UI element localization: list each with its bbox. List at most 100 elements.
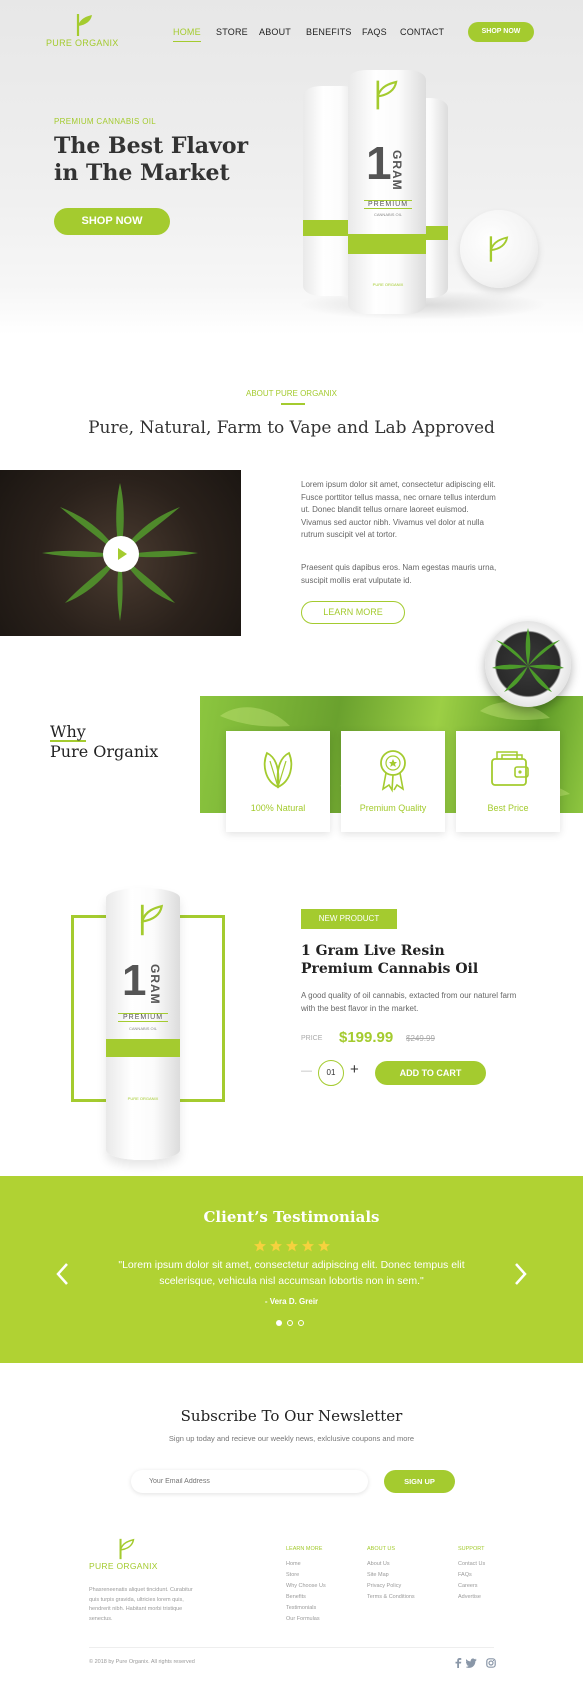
footer-logo[interactable]: PURE ORGANIX xyxy=(89,1537,169,1573)
price-current: $199.99 xyxy=(339,1029,394,1046)
nav-store[interactable]: STORE xyxy=(216,27,248,37)
product-name-line2: Premium Cannabis Oil xyxy=(301,961,479,977)
play-button[interactable] xyxy=(103,536,139,572)
why-heading-line1: Why xyxy=(50,722,86,742)
leaf-icon xyxy=(263,751,293,789)
testimonial-quote-line2: scelerisque, vehicula nisl accumsan lobo… xyxy=(159,1275,424,1287)
star-icon xyxy=(254,1240,330,1252)
product-pack-brand: PURE ORGANIX xyxy=(127,1096,159,1101)
footer-link[interactable]: Careers xyxy=(458,1581,485,1592)
cap-leaf-logo-icon xyxy=(489,236,509,262)
footer-column-learn-more: LEARN MORE Home Store Why Choose Us Bene… xyxy=(286,1544,326,1625)
testimonials-section: Client’s Testimonials "Lorem ipsum dolor… xyxy=(0,1176,583,1363)
footer-link[interactable]: FAQs xyxy=(458,1570,485,1581)
nav-contact[interactable]: CONTACT xyxy=(400,27,444,37)
footer-link[interactable]: Testimonials xyxy=(286,1603,326,1614)
footer-link[interactable]: Why Choose Us xyxy=(286,1581,326,1592)
footer-link[interactable]: Our Formulas xyxy=(286,1614,326,1625)
feature-label-price: Best Price xyxy=(487,803,529,813)
carousel-dot-3[interactable] xyxy=(298,1320,304,1326)
footer-column-support: SUPPORT Contact Us FAQs Careers Advertis… xyxy=(458,1544,485,1603)
price-label: PRICE xyxy=(301,1035,323,1042)
hero-shop-now-button[interactable]: SHOP NOW xyxy=(54,208,170,235)
footer-column-title: ABOUT US xyxy=(367,1546,396,1552)
footer-link[interactable]: Contact Us xyxy=(458,1559,485,1570)
hero-product-label: PREMIUM xyxy=(364,200,412,209)
facebook-icon[interactable] xyxy=(454,1658,462,1668)
testimonial-quote-line1: "Lorem ipsum dolor sit amet, consectetur… xyxy=(118,1259,465,1271)
product-description: A good quality of oil cannabis, extacted… xyxy=(301,991,517,1013)
product-pack-sub: CANNABIS OIL xyxy=(128,1026,157,1031)
brand-logo[interactable]: PURE ORGANIX xyxy=(46,12,126,50)
about-video[interactable] xyxy=(0,470,241,636)
why-heading: Why Pure Organix xyxy=(50,722,158,762)
feature-label-quality: Premium Quality xyxy=(359,803,427,813)
new-product-badge: NEW PRODUCT xyxy=(301,909,397,929)
feature-card-natural: 100% Natural xyxy=(226,731,330,832)
feature-card-quality: Premium Quality xyxy=(341,731,445,832)
carousel-dot-2[interactable] xyxy=(287,1320,293,1326)
sign-up-button[interactable]: SIGN UP xyxy=(384,1470,455,1493)
copyright-text: © 2018 by Pure Organix. All rights reser… xyxy=(89,1659,195,1665)
hero-product-brand: PURE ORGANIX xyxy=(372,282,404,287)
quantity-minus-button[interactable]: — xyxy=(301,1065,312,1077)
plant-icon xyxy=(492,628,564,692)
nav-shop-now-button[interactable]: SHOP NOW xyxy=(468,22,534,42)
potted-plant-image xyxy=(485,621,571,707)
footer-column-title: SUPPORT xyxy=(458,1546,485,1552)
footer-link[interactable]: Benefits xyxy=(286,1592,326,1603)
hero-product-number: 1 xyxy=(366,137,392,189)
about-eyebrow-underline xyxy=(281,403,305,405)
twitter-icon[interactable] xyxy=(466,1658,477,1668)
quantity-input[interactable]: 01 xyxy=(318,1060,344,1086)
footer-link[interactable]: Site Map xyxy=(367,1570,415,1581)
footer-link[interactable]: Advertise xyxy=(458,1592,485,1603)
play-icon xyxy=(118,548,127,560)
quantity-plus-button[interactable]: + xyxy=(350,1061,359,1078)
hero-title-line1: The Best Flavor xyxy=(54,133,249,159)
testimonial-quote: "Lorem ipsum dolor sit amet, consectetur… xyxy=(0,1257,583,1289)
about-paragraph-2: Praesent quis dapibus eros. Nam egestas … xyxy=(301,563,497,585)
hero-title: The Best Flavor in The Market xyxy=(54,133,248,187)
product-number: 1 xyxy=(122,956,147,1005)
footer-link[interactable]: Home xyxy=(286,1559,326,1570)
hero-title-line2: in The Market xyxy=(54,160,230,186)
leaf-logo-icon xyxy=(76,14,92,36)
add-to-cart-button[interactable]: ADD TO CART xyxy=(375,1061,486,1085)
product-unit: GRAM xyxy=(148,964,162,1005)
product-pack-label: PREMIUM xyxy=(118,1013,168,1022)
carousel-dot-1[interactable] xyxy=(276,1320,282,1326)
carousel-dots xyxy=(276,1320,308,1328)
newsletter-heading: Subscribe To Our Newsletter xyxy=(180,1407,403,1425)
product-image: 1 GRAM PREMIUM CANNABIS OIL PURE ORGANIX xyxy=(106,888,180,1160)
about-paragraph-1: Lorem ipsum dolor sit amet, consectetur … xyxy=(301,480,496,539)
footer-link[interactable]: Privacy Policy xyxy=(367,1581,415,1592)
product-name-line1: 1 Gram Live Resin xyxy=(301,943,445,959)
nav-about[interactable]: ABOUT xyxy=(259,27,291,37)
footer-link[interactable]: Terms & Conditions xyxy=(367,1592,415,1603)
footer-divider xyxy=(89,1647,494,1648)
footer-link[interactable]: Store xyxy=(286,1570,326,1581)
about-eyebrow: ABOUT PURE ORGANIX xyxy=(246,389,337,398)
chevron-right-icon[interactable] xyxy=(512,1262,528,1286)
wallet-icon xyxy=(491,751,529,786)
nav-home[interactable]: HOME xyxy=(173,27,201,42)
hero-product-unit: GRAM xyxy=(390,150,404,191)
nav-faqs[interactable]: FAQS xyxy=(362,27,387,37)
testimonials-heading: Client’s Testimonials xyxy=(203,1208,380,1226)
footer-link[interactable]: About Us xyxy=(367,1559,415,1570)
nav-benefits[interactable]: BENEFITS xyxy=(306,27,352,37)
chevron-left-icon[interactable] xyxy=(55,1262,71,1286)
learn-more-button[interactable]: LEARN MORE xyxy=(301,601,405,624)
why-heading-line2: Pure Organix xyxy=(50,742,159,761)
instagram-icon[interactable] xyxy=(486,1658,496,1668)
product-leaf-logo-icon xyxy=(376,80,398,110)
newsletter-subtext: Sign up today and recieve our weekly new… xyxy=(168,1434,415,1443)
leaf-logo-icon xyxy=(119,1538,135,1560)
rating-stars xyxy=(254,1239,330,1252)
about-heading: Pure, Natural, Farm to Vape and Lab Appr… xyxy=(88,418,495,438)
product-name: 1 Gram Live Resin Premium Cannabis Oil xyxy=(301,942,478,978)
price-old: $249.99 xyxy=(406,1034,435,1043)
email-input[interactable] xyxy=(131,1470,368,1493)
brand-name: PURE ORGANIX xyxy=(46,38,119,48)
